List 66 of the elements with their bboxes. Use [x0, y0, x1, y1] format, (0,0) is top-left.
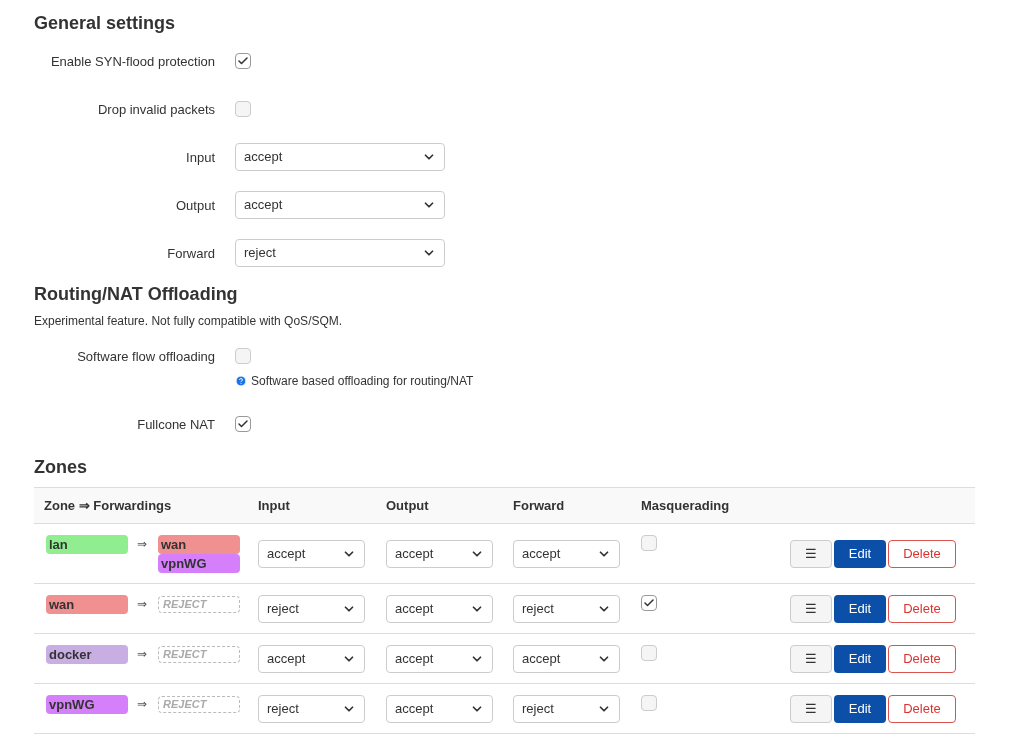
section-title: Zones: [34, 456, 88, 479]
menu-button[interactable]: ☰: [790, 694, 832, 723]
field-label: Fullcone NAT: [136, 416, 215, 434]
zone-tag: wan: [46, 595, 128, 614]
dropdown[interactable]: reject: [513, 594, 620, 623]
delete-button[interactable]: Delete: [888, 594, 956, 623]
checkbox[interactable]: [235, 348, 251, 364]
field-label: Software flow offloading: [76, 348, 215, 366]
dropdown[interactable]: accept: [258, 644, 365, 673]
help-text: Software based offloading for routing/NAT: [251, 373, 474, 390]
menu-button[interactable]: ☰: [790, 644, 832, 673]
dropdown[interactable]: accept: [235, 191, 445, 219]
field-label: Forward: [166, 245, 215, 263]
field-label: Drop invalid packets: [96, 101, 215, 119]
checkbox[interactable]: [641, 645, 657, 661]
column-header: Masquerading: [640, 496, 731, 515]
dropdown[interactable]: reject: [513, 694, 620, 723]
zone-tag: docker: [46, 645, 128, 664]
column-header: Zone ⇒ Forwardings: [43, 496, 173, 515]
column-header: Output: [385, 496, 430, 515]
dropdown[interactable]: accept: [258, 539, 365, 568]
arrow-symbol: ⇒: [137, 646, 148, 663]
edit-button[interactable]: Edit: [834, 539, 886, 568]
zone-tag: vpnWG: [46, 695, 128, 714]
check-icon: [237, 55, 249, 67]
dropdown[interactable]: reject: [235, 239, 445, 267]
delete-button[interactable]: Delete: [888, 644, 956, 673]
edit-button[interactable]: Edit: [834, 694, 886, 723]
field-label: Input: [185, 149, 215, 167]
check-icon: [643, 597, 655, 609]
section-title: Routing/NAT Offloading: [34, 283, 239, 306]
delete-button[interactable]: Delete: [888, 694, 956, 723]
delete-button[interactable]: Delete: [888, 539, 956, 568]
checkbox[interactable]: [235, 416, 251, 432]
dropdown[interactable]: accept: [386, 694, 493, 723]
checkbox[interactable]: [235, 101, 251, 117]
help-icon: [235, 375, 247, 387]
dropdown[interactable]: accept: [386, 644, 493, 673]
menu-button[interactable]: ☰: [790, 539, 832, 568]
arrow-symbol: ⇒: [137, 696, 148, 713]
section-title: General settings: [34, 12, 177, 35]
dropdown[interactable]: accept: [386, 594, 493, 623]
checkbox[interactable]: [641, 535, 657, 551]
checkbox[interactable]: [641, 695, 657, 711]
column-header: Input: [257, 496, 291, 515]
column-header: Forward: [512, 496, 566, 515]
dropdown[interactable]: accept: [513, 539, 620, 568]
field-label: Output: [174, 197, 215, 215]
section-description: Experimental feature. Not fully compatible with QoS/SQM.: [34, 313, 344, 330]
edit-button[interactable]: Edit: [834, 594, 886, 623]
checkbox[interactable]: [641, 595, 657, 611]
dropdown[interactable]: reject: [258, 694, 365, 723]
dropdown[interactable]: accept: [386, 539, 493, 568]
field-label: Enable SYN-flood protection: [49, 53, 215, 71]
dropdown[interactable]: accept: [513, 644, 620, 673]
dropdown[interactable]: reject: [258, 594, 365, 623]
arrow-symbol: ⇒: [137, 536, 148, 553]
check-icon: [237, 418, 249, 430]
checkbox[interactable]: [235, 53, 251, 69]
dropdown[interactable]: accept: [235, 143, 445, 171]
arrow-symbol: ⇒: [137, 596, 148, 613]
zone-tag: wan: [158, 535, 240, 554]
edit-button[interactable]: Edit: [834, 644, 886, 673]
zone-tag: lan: [46, 535, 128, 554]
menu-button[interactable]: ☰: [790, 594, 832, 623]
zone-tag: vpnWG: [158, 554, 240, 573]
